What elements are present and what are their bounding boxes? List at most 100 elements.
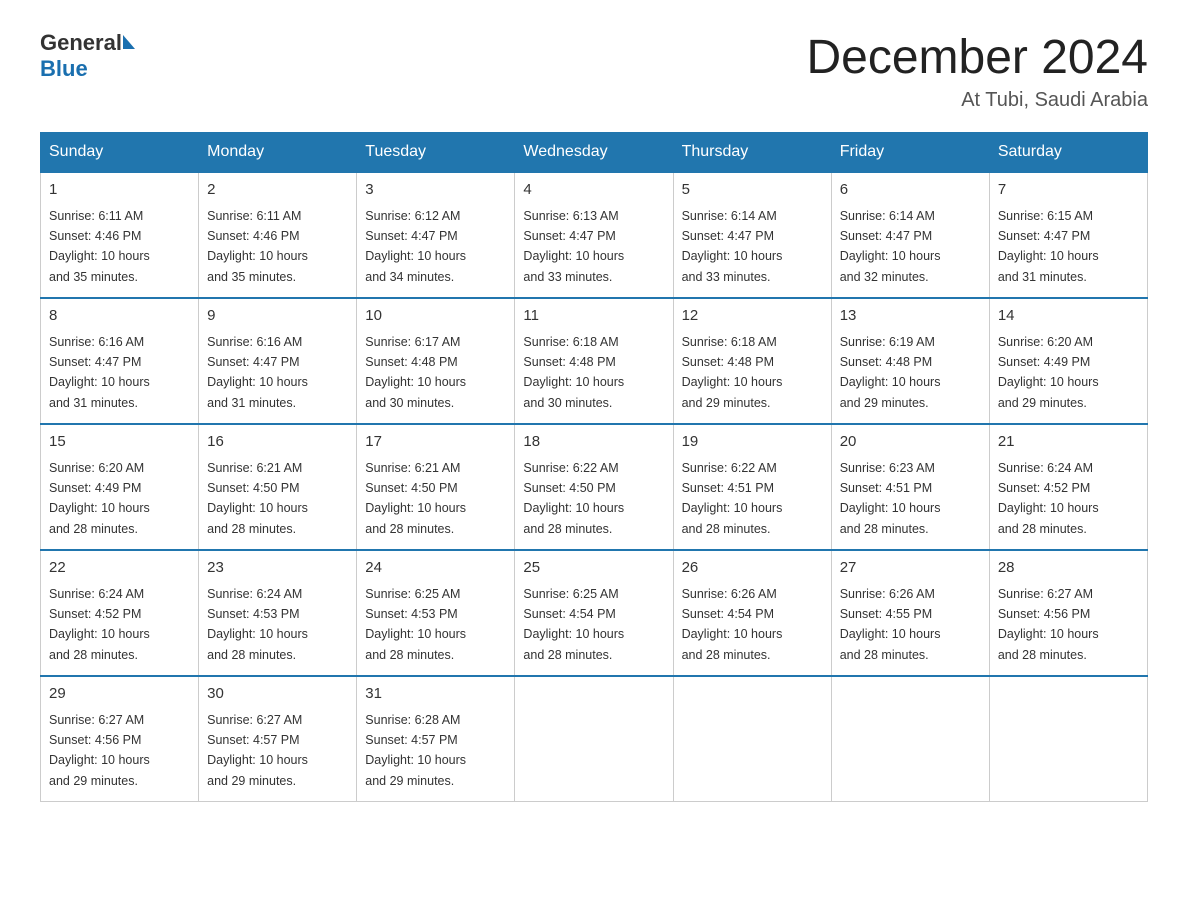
calendar-cell: 13 Sunrise: 6:19 AMSunset: 4:48 PMDaylig…: [831, 298, 989, 424]
day-number: 24: [365, 557, 506, 580]
day-number: 29: [49, 683, 190, 706]
weekday-header-tuesday: Tuesday: [357, 133, 515, 173]
calendar-cell: 19 Sunrise: 6:22 AMSunset: 4:51 PMDaylig…: [673, 424, 831, 550]
day-info: Sunrise: 6:20 AMSunset: 4:49 PMDaylight:…: [49, 461, 150, 536]
calendar-cell: 9 Sunrise: 6:16 AMSunset: 4:47 PMDayligh…: [199, 298, 357, 424]
day-number: 6: [840, 179, 981, 202]
logo-arrow-icon: [123, 35, 135, 49]
day-number: 1: [49, 179, 190, 202]
calendar-cell: 25 Sunrise: 6:25 AMSunset: 4:54 PMDaylig…: [515, 550, 673, 676]
day-number: 8: [49, 305, 190, 328]
page-header: General Blue December 2024 At Tubi, Saud…: [40, 30, 1148, 112]
day-info: Sunrise: 6:15 AMSunset: 4:47 PMDaylight:…: [998, 209, 1099, 284]
day-info: Sunrise: 6:24 AMSunset: 4:53 PMDaylight:…: [207, 587, 308, 662]
day-number: 10: [365, 305, 506, 328]
month-title: December 2024: [806, 30, 1148, 85]
calendar-cell: 21 Sunrise: 6:24 AMSunset: 4:52 PMDaylig…: [989, 424, 1147, 550]
logo-blue-text: Blue: [40, 56, 88, 82]
day-info: Sunrise: 6:24 AMSunset: 4:52 PMDaylight:…: [49, 587, 150, 662]
calendar-cell: 10 Sunrise: 6:17 AMSunset: 4:48 PMDaylig…: [357, 298, 515, 424]
day-number: 16: [207, 431, 348, 454]
day-number: 21: [998, 431, 1139, 454]
day-number: 3: [365, 179, 506, 202]
calendar-cell: 1 Sunrise: 6:11 AMSunset: 4:46 PMDayligh…: [41, 172, 199, 298]
calendar-cell: 23 Sunrise: 6:24 AMSunset: 4:53 PMDaylig…: [199, 550, 357, 676]
day-number: 25: [523, 557, 664, 580]
calendar-cell: [515, 676, 673, 802]
day-number: 22: [49, 557, 190, 580]
day-number: 20: [840, 431, 981, 454]
day-info: Sunrise: 6:19 AMSunset: 4:48 PMDaylight:…: [840, 335, 941, 410]
day-number: 19: [682, 431, 823, 454]
day-info: Sunrise: 6:25 AMSunset: 4:54 PMDaylight:…: [523, 587, 624, 662]
calendar-cell: 27 Sunrise: 6:26 AMSunset: 4:55 PMDaylig…: [831, 550, 989, 676]
calendar-cell: 12 Sunrise: 6:18 AMSunset: 4:48 PMDaylig…: [673, 298, 831, 424]
day-info: Sunrise: 6:18 AMSunset: 4:48 PMDaylight:…: [682, 335, 783, 410]
logo-general-text: General: [40, 30, 122, 56]
day-info: Sunrise: 6:27 AMSunset: 4:56 PMDaylight:…: [49, 713, 150, 788]
day-number: 5: [682, 179, 823, 202]
day-info: Sunrise: 6:18 AMSunset: 4:48 PMDaylight:…: [523, 335, 624, 410]
week-row-3: 15 Sunrise: 6:20 AMSunset: 4:49 PMDaylig…: [41, 424, 1148, 550]
calendar-cell: 7 Sunrise: 6:15 AMSunset: 4:47 PMDayligh…: [989, 172, 1147, 298]
calendar-cell: 16 Sunrise: 6:21 AMSunset: 4:50 PMDaylig…: [199, 424, 357, 550]
day-number: 31: [365, 683, 506, 706]
day-info: Sunrise: 6:26 AMSunset: 4:54 PMDaylight:…: [682, 587, 783, 662]
calendar-cell: 31 Sunrise: 6:28 AMSunset: 4:57 PMDaylig…: [357, 676, 515, 802]
calendar-cell: 29 Sunrise: 6:27 AMSunset: 4:56 PMDaylig…: [41, 676, 199, 802]
calendar-cell: 17 Sunrise: 6:21 AMSunset: 4:50 PMDaylig…: [357, 424, 515, 550]
calendar-cell: 14 Sunrise: 6:20 AMSunset: 4:49 PMDaylig…: [989, 298, 1147, 424]
calendar-cell: 6 Sunrise: 6:14 AMSunset: 4:47 PMDayligh…: [831, 172, 989, 298]
calendar-cell: [989, 676, 1147, 802]
day-number: 30: [207, 683, 348, 706]
day-info: Sunrise: 6:24 AMSunset: 4:52 PMDaylight:…: [998, 461, 1099, 536]
day-info: Sunrise: 6:26 AMSunset: 4:55 PMDaylight:…: [840, 587, 941, 662]
calendar-table: SundayMondayTuesdayWednesdayThursdayFrid…: [40, 132, 1148, 802]
day-info: Sunrise: 6:11 AMSunset: 4:46 PMDaylight:…: [49, 209, 150, 284]
day-info: Sunrise: 6:25 AMSunset: 4:53 PMDaylight:…: [365, 587, 466, 662]
logo: General Blue: [40, 30, 135, 82]
day-number: 26: [682, 557, 823, 580]
calendar-cell: 15 Sunrise: 6:20 AMSunset: 4:49 PMDaylig…: [41, 424, 199, 550]
weekday-header-friday: Friday: [831, 133, 989, 173]
day-info: Sunrise: 6:11 AMSunset: 4:46 PMDaylight:…: [207, 209, 308, 284]
day-number: 12: [682, 305, 823, 328]
location-subtitle: At Tubi, Saudi Arabia: [806, 89, 1148, 112]
calendar-cell: 11 Sunrise: 6:18 AMSunset: 4:48 PMDaylig…: [515, 298, 673, 424]
day-info: Sunrise: 6:22 AMSunset: 4:50 PMDaylight:…: [523, 461, 624, 536]
day-number: 4: [523, 179, 664, 202]
calendar-cell: 22 Sunrise: 6:24 AMSunset: 4:52 PMDaylig…: [41, 550, 199, 676]
weekday-header-sunday: Sunday: [41, 133, 199, 173]
day-info: Sunrise: 6:23 AMSunset: 4:51 PMDaylight:…: [840, 461, 941, 536]
day-info: Sunrise: 6:13 AMSunset: 4:47 PMDaylight:…: [523, 209, 624, 284]
day-number: 14: [998, 305, 1139, 328]
day-info: Sunrise: 6:16 AMSunset: 4:47 PMDaylight:…: [49, 335, 150, 410]
day-info: Sunrise: 6:22 AMSunset: 4:51 PMDaylight:…: [682, 461, 783, 536]
day-number: 18: [523, 431, 664, 454]
calendar-cell: 26 Sunrise: 6:26 AMSunset: 4:54 PMDaylig…: [673, 550, 831, 676]
calendar-cell: 2 Sunrise: 6:11 AMSunset: 4:46 PMDayligh…: [199, 172, 357, 298]
calendar-cell: 20 Sunrise: 6:23 AMSunset: 4:51 PMDaylig…: [831, 424, 989, 550]
day-info: Sunrise: 6:27 AMSunset: 4:56 PMDaylight:…: [998, 587, 1099, 662]
weekday-header-thursday: Thursday: [673, 133, 831, 173]
calendar-cell: 28 Sunrise: 6:27 AMSunset: 4:56 PMDaylig…: [989, 550, 1147, 676]
week-row-5: 29 Sunrise: 6:27 AMSunset: 4:56 PMDaylig…: [41, 676, 1148, 802]
calendar-cell: 8 Sunrise: 6:16 AMSunset: 4:47 PMDayligh…: [41, 298, 199, 424]
day-number: 13: [840, 305, 981, 328]
day-number: 7: [998, 179, 1139, 202]
day-info: Sunrise: 6:28 AMSunset: 4:57 PMDaylight:…: [365, 713, 466, 788]
day-number: 28: [998, 557, 1139, 580]
day-info: Sunrise: 6:21 AMSunset: 4:50 PMDaylight:…: [365, 461, 466, 536]
day-info: Sunrise: 6:14 AMSunset: 4:47 PMDaylight:…: [840, 209, 941, 284]
calendar-cell: 3 Sunrise: 6:12 AMSunset: 4:47 PMDayligh…: [357, 172, 515, 298]
calendar-cell: 5 Sunrise: 6:14 AMSunset: 4:47 PMDayligh…: [673, 172, 831, 298]
calendar-cell: 30 Sunrise: 6:27 AMSunset: 4:57 PMDaylig…: [199, 676, 357, 802]
weekday-header-saturday: Saturday: [989, 133, 1147, 173]
day-number: 17: [365, 431, 506, 454]
day-info: Sunrise: 6:16 AMSunset: 4:47 PMDaylight:…: [207, 335, 308, 410]
day-info: Sunrise: 6:17 AMSunset: 4:48 PMDaylight:…: [365, 335, 466, 410]
week-row-4: 22 Sunrise: 6:24 AMSunset: 4:52 PMDaylig…: [41, 550, 1148, 676]
calendar-cell: 24 Sunrise: 6:25 AMSunset: 4:53 PMDaylig…: [357, 550, 515, 676]
calendar-cell: 18 Sunrise: 6:22 AMSunset: 4:50 PMDaylig…: [515, 424, 673, 550]
day-number: 27: [840, 557, 981, 580]
